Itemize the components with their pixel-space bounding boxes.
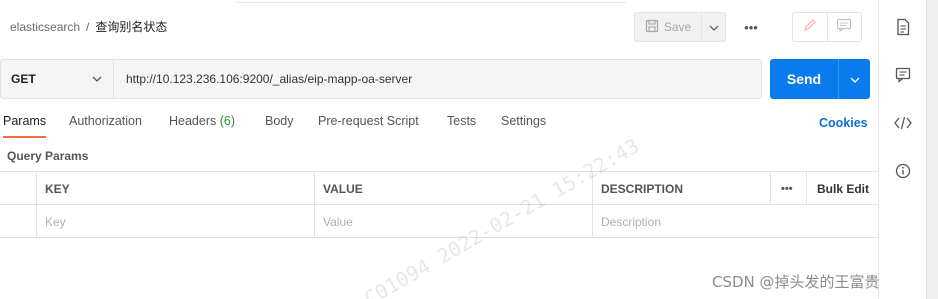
tab-label: Authorization (69, 114, 142, 128)
send-button[interactable]: Send (770, 59, 838, 99)
cookies-link[interactable]: Cookies (819, 116, 868, 130)
chevron-down-icon (91, 73, 103, 88)
url-input[interactable]: http://10.123.236.106:9200/_alias/eip-ma… (114, 59, 762, 99)
key-input[interactable]: Key (36, 205, 314, 238)
query-params-title: Query Params (7, 149, 89, 163)
table-row: Key Value Description (0, 205, 878, 238)
comment-icon (836, 18, 852, 37)
tab-headers[interactable]: Headers (6) (169, 114, 235, 138)
tab-authorization[interactable]: Authorization (69, 114, 142, 138)
tab-label: Settings (501, 114, 547, 128)
tab-label: Headers (169, 114, 217, 128)
breadcrumb-collection[interactable]: elasticsearch (10, 20, 80, 34)
query-params-table: KEY VALUE DESCRIPTION ••• Bulk Edit Key … (0, 171, 878, 238)
column-key: KEY (36, 172, 314, 205)
chevron-down-icon (709, 18, 719, 36)
headers-count: (6) (219, 114, 236, 128)
document-icon[interactable] (893, 17, 913, 37)
edit-group (792, 12, 862, 42)
source-watermark: CSDN @掉头发的王富贵 (712, 273, 880, 291)
tab-settings[interactable]: Settings (501, 114, 546, 138)
save-label: Save (663, 20, 692, 34)
right-sidebar (878, 0, 926, 299)
tab-body[interactable]: Body (265, 114, 294, 138)
breadcrumb: elasticsearch / 查询别名状态 (10, 18, 167, 35)
tab-label: Pre-request Script (318, 114, 419, 128)
pencil-icon (803, 18, 817, 37)
code-icon[interactable] (893, 113, 913, 133)
value-input[interactable]: Value (314, 205, 592, 238)
window-edge (926, 0, 938, 299)
tab-label: Tests (447, 114, 477, 128)
save-options-button[interactable] (702, 12, 726, 42)
method-label: GET (11, 72, 36, 86)
tab-params[interactable]: Params (3, 114, 47, 138)
more-actions-button[interactable]: ••• (738, 17, 764, 37)
send-options-button[interactable] (838, 59, 870, 99)
request-workspace: elasticsearch / 查询别名状态 Save ••• GET http… (0, 0, 878, 299)
description-input[interactable]: Description (592, 205, 878, 238)
breadcrumb-separator: / (86, 19, 90, 34)
tab-strip-edge (236, 0, 626, 3)
edit-button[interactable] (793, 13, 827, 41)
column-value: VALUE (314, 172, 592, 205)
column-options-button[interactable]: ••• (770, 172, 806, 205)
tab-pre-request-script[interactable]: Pre-request Script (318, 114, 419, 138)
url-text: http://10.123.236.106:9200/_alias/eip-ma… (126, 72, 413, 86)
save-icon (645, 19, 659, 36)
bulk-edit-button[interactable]: Bulk Edit (806, 172, 878, 205)
save-group: Save (634, 12, 726, 42)
tab-label: Body (265, 114, 294, 128)
info-icon[interactable] (893, 161, 913, 181)
tab-tests[interactable]: Tests (447, 114, 476, 138)
tab-label: Params (3, 114, 47, 128)
save-button[interactable]: Save (634, 12, 702, 42)
table-header-row: KEY VALUE DESCRIPTION ••• Bulk Edit (0, 172, 878, 205)
chevron-down-icon (850, 70, 860, 88)
method-select[interactable]: GET (0, 59, 114, 99)
comment-button[interactable] (826, 13, 861, 41)
request-name[interactable]: 查询别名状态 (95, 18, 167, 35)
comments-icon[interactable] (893, 65, 913, 85)
send-group: Send (770, 59, 870, 99)
column-description: DESCRIPTION (592, 172, 770, 205)
